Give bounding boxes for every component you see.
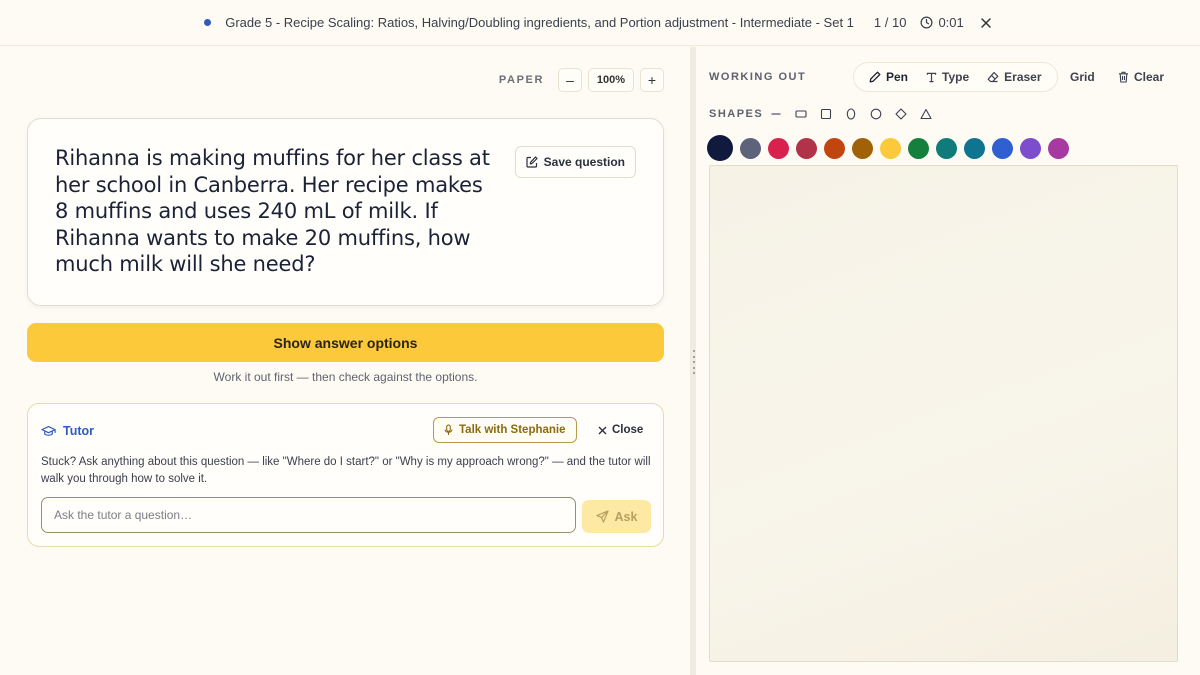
question-progress: 1 / 10 [873, 15, 907, 30]
working-out-label: WORKING OUT [709, 71, 807, 83]
diamond-shape-icon[interactable] [890, 103, 911, 125]
save-question-button[interactable]: Save question [514, 146, 636, 178]
color-swatch[interactable] [796, 137, 817, 159]
pen-icon [869, 71, 881, 83]
triangle-shape-icon[interactable] [915, 103, 936, 125]
color-swatch[interactable] [964, 137, 985, 159]
ask-label: Ask [614, 509, 638, 524]
save-question-label: Save question [543, 155, 625, 169]
eraser-tool-label: Eraser [1004, 70, 1042, 84]
pen-tool-button[interactable]: Pen [860, 64, 917, 90]
clear-button[interactable]: Clear [1118, 62, 1164, 92]
talk-with-tutor-button[interactable]: Talk with Stephanie [433, 417, 577, 443]
paper-label: PAPER [498, 74, 544, 86]
edit-icon [526, 156, 538, 168]
color-swatch[interactable] [1020, 137, 1041, 159]
timer: 0:01 [920, 15, 964, 30]
type-tool-button[interactable]: Type [917, 64, 978, 90]
color-swatch[interactable] [707, 135, 733, 161]
color-swatch[interactable] [880, 137, 901, 159]
color-swatch[interactable] [768, 137, 789, 159]
color-palette [707, 135, 1069, 161]
worksheet-title: Grade 5 - Recipe Scaling: Ratios, Halvin… [225, 15, 854, 30]
type-icon [926, 72, 937, 82]
color-swatch[interactable] [1048, 137, 1069, 159]
pen-tool-label: Pen [886, 70, 909, 84]
tutor-close-label: Close [612, 424, 644, 436]
circle-shape-icon[interactable] [865, 103, 886, 125]
zoom-in-button[interactable]: + [640, 68, 664, 92]
drawing-canvas[interactable] [709, 165, 1178, 662]
shapes-label: SHAPES [709, 108, 764, 120]
ask-tutor-button[interactable]: Ask [582, 500, 651, 533]
zoom-out-button[interactable]: – [558, 68, 582, 92]
status-dot [204, 19, 212, 26]
grid-toggle-button[interactable]: Grid [1070, 62, 1095, 92]
talk-with-tutor-label: Talk with Stephanie [459, 424, 566, 436]
microphone-icon [444, 424, 453, 435]
color-swatch[interactable] [852, 137, 873, 159]
resize-handle-icon[interactable] [692, 350, 695, 374]
square-shape-icon[interactable] [815, 103, 836, 125]
trash-icon [1119, 71, 1128, 83]
tutor-header: Tutor [41, 424, 94, 438]
tutor-panel: Tutor Talk with Stephanie Close Stuck? A… [27, 403, 664, 547]
eraser-tool-button[interactable]: Eraser [978, 64, 1050, 90]
drawing-tools: Pen Type Eraser [853, 62, 1058, 92]
graduation-cap-icon [41, 425, 56, 436]
top-bar: Grade 5 - Recipe Scaling: Ratios, Halvin… [0, 0, 1200, 46]
tutor-description: Stuck? Ask anything about this question … [41, 456, 651, 485]
clear-label: Clear [1134, 70, 1165, 84]
question-card: Rihanna is making muffins for her class … [27, 118, 664, 306]
question-pane: PAPER – 100% + Rihanna is making muffins… [0, 47, 690, 675]
eraser-icon [987, 71, 999, 83]
tutor-close-button[interactable]: Close [598, 417, 643, 443]
paper-zoom-control: PAPER – 100% + [499, 68, 664, 92]
clock-icon [920, 16, 933, 29]
rectangle-shape-icon[interactable] [790, 103, 811, 125]
shape-tools [765, 103, 936, 125]
close-icon [598, 426, 607, 434]
send-icon [595, 510, 609, 523]
grid-label: Grid [1070, 70, 1095, 84]
zoom-level: 100% [588, 68, 634, 92]
color-swatch[interactable] [936, 137, 957, 159]
tutor-title: Tutor [63, 424, 95, 438]
ellipse-shape-icon[interactable] [840, 103, 861, 125]
answer-hint: Work it out first — then check against t… [213, 370, 478, 384]
color-swatch[interactable] [824, 137, 845, 159]
color-swatch[interactable] [908, 137, 929, 159]
color-swatch[interactable] [740, 137, 761, 159]
close-icon[interactable] [976, 13, 996, 33]
type-tool-label: Type [942, 70, 970, 84]
color-swatch[interactable] [992, 137, 1013, 159]
working-out-pane: WORKING OUT Pen Type Eraser Grid Clear S… [697, 47, 1200, 675]
timer-value: 0:01 [938, 15, 964, 30]
line-shape-icon[interactable] [765, 103, 786, 125]
question-text: Rihanna is making muffins for her class … [55, 146, 490, 276]
show-answer-options-button[interactable]: Show answer options [27, 323, 664, 362]
tutor-question-input[interactable] [41, 497, 576, 533]
